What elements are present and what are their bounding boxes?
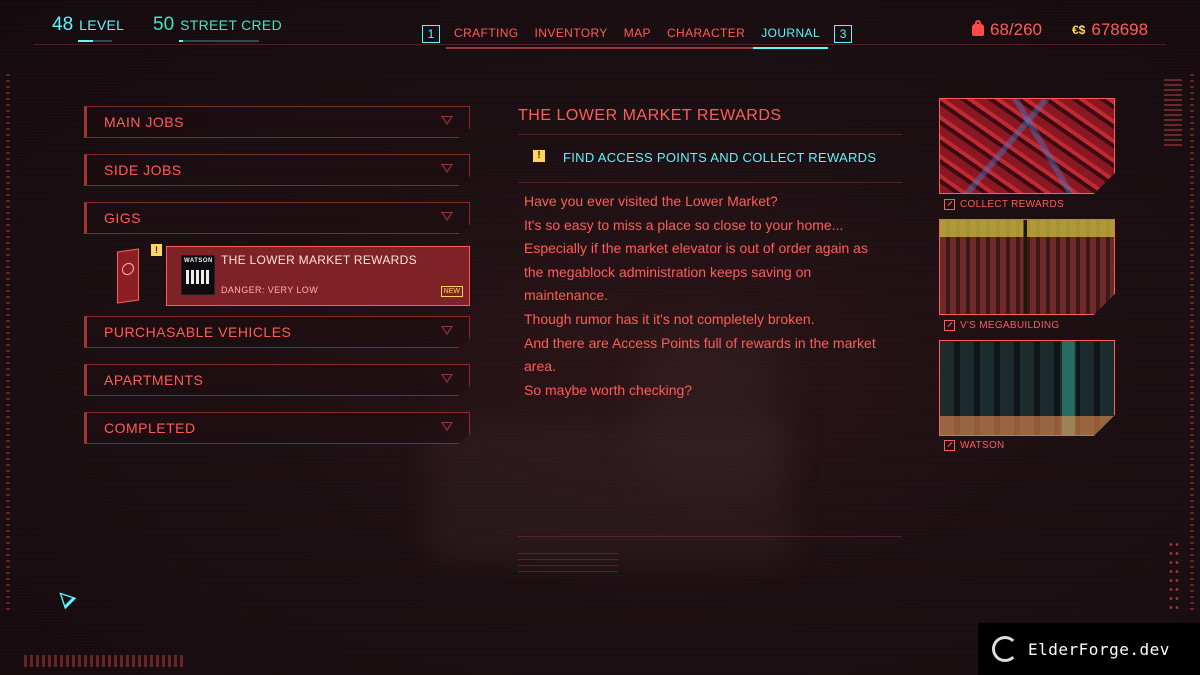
main-tabs: 1 CRAFTING INVENTORY MAP CHARACTER JOURN… [416,20,858,49]
tab-next-key[interactable]: 3 [834,25,853,43]
tab-journal[interactable]: JOURNAL [753,20,828,49]
description-line: maintenance. [524,287,609,304]
description-line: Though rumor has it it's not completely … [524,310,815,327]
chevron-down-icon [441,116,453,125]
category-label: GIGS [104,210,142,226]
description-line: Have you ever visited the Lower Market? [524,193,778,209]
card-caption[interactable]: WATSON [944,440,1005,451]
category-purchasable-vehicles[interactable]: PURCHASABLE VEHICLES [84,316,470,348]
watermark: ElderForge.dev [978,623,1200,675]
description-line: the megablock administration keeps savin… [524,263,812,280]
objective-icon: ! [533,150,545,162]
track-icon [944,320,955,331]
street-cred-stat: 50 STREET CRED [153,14,282,36]
money-value: 678698 [1091,20,1149,39]
divider [518,182,902,183]
chevron-down-icon [441,164,453,173]
category-gigs[interactable]: GIGS [84,202,470,234]
fixer-phone-icon [117,248,139,304]
quest-objective[interactable]: FIND ACCESS POINTS AND COLLECT REWARDS [563,150,876,165]
category-completed[interactable]: COMPLETED [84,412,470,444]
cursor-icon [53,586,77,610]
description-line: So maybe worth checking? [524,381,693,398]
watermark-text: ElderForge.dev [1028,639,1170,659]
tab-inventory[interactable]: INVENTORY [526,20,616,49]
description-line: Especially if the market elevator is out… [524,240,868,257]
divider [518,536,902,537]
watermark-logo-icon [992,636,1018,662]
money: €$ 678698 [1072,20,1148,40]
right-edge-decoration [1190,70,1194,610]
tab-map[interactable]: MAP [615,20,660,49]
quest-title: THE LOWER MARKET REWARDS [518,107,782,124]
map-card-collect-rewards[interactable] [939,98,1115,194]
code-decoration [1164,76,1182,146]
chevron-down-icon [441,326,453,335]
level-stat: 48 LEVEL [52,14,124,36]
category-side-jobs[interactable]: SIDE JOBS [84,154,470,186]
chevron-down-icon [441,374,453,383]
category-label: SIDE JOBS [104,162,182,178]
eddies-icon: €$ [1072,23,1086,37]
quest-description: Have you ever visited the Lower Market? … [524,190,904,402]
selected-job-item[interactable]: WATSON THE LOWER MARKET REWARDS DANGER: … [166,246,470,306]
level-label: LEVEL [79,17,125,33]
track-icon [944,199,955,210]
new-badge: NEW [440,286,463,297]
card-caption[interactable]: COLLECT REWARDS [944,199,1064,210]
tab-prev-key[interactable]: 1 [422,25,440,43]
level-progress-bar [78,40,112,42]
weight-icon [972,20,984,36]
description-line: It's so easy to miss a place so close to… [524,216,844,233]
category-label: PURCHASABLE VEHICLES [104,324,292,340]
category-main-jobs[interactable]: MAIN JOBS [84,106,470,138]
fine-print-decoration [518,548,618,572]
street-cred-label: STREET CRED [180,17,282,33]
card-caption-text: COLLECT REWARDS [960,199,1064,210]
chevron-down-icon [441,422,453,431]
description-line: area. [524,358,556,375]
category-label: COMPLETED [104,420,196,436]
quest-alert-icon: ! [151,244,162,256]
street-cred-progress-bar [179,40,259,42]
category-label: MAIN JOBS [104,114,184,130]
level-value: 48 [52,14,74,35]
left-edge-decoration [6,70,10,610]
carry-weight: 68/260 [972,20,1042,40]
card-caption[interactable]: V'S MEGABUILDING [944,320,1060,331]
street-cred-value: 50 [153,14,175,35]
category-apartments[interactable]: APARTMENTS [84,364,470,396]
chevron-down-icon [441,212,453,221]
description-line: And there are Access Points full of rewa… [524,334,876,351]
map-card-watson[interactable] [939,340,1115,436]
district-thumbnail: WATSON [181,255,215,295]
tab-character[interactable]: CHARACTER [658,20,754,49]
district-thumbnail-text: WATSON [184,258,213,264]
carry-weight-value: 68/260 [990,20,1042,39]
map-card-megabuilding[interactable] [939,219,1115,315]
card-caption-text: WATSON [960,440,1005,451]
job-danger: DANGER: VERY LOW [221,285,319,295]
dots-decoration [1168,540,1180,610]
hud-decoration [24,655,184,667]
job-title: THE LOWER MARKET REWARDS [221,253,417,267]
card-caption-text: V'S MEGABUILDING [960,320,1060,331]
tab-crafting[interactable]: CRAFTING [446,20,527,49]
category-label: APARTMENTS [104,372,204,388]
track-icon [944,440,955,451]
divider [518,134,902,135]
